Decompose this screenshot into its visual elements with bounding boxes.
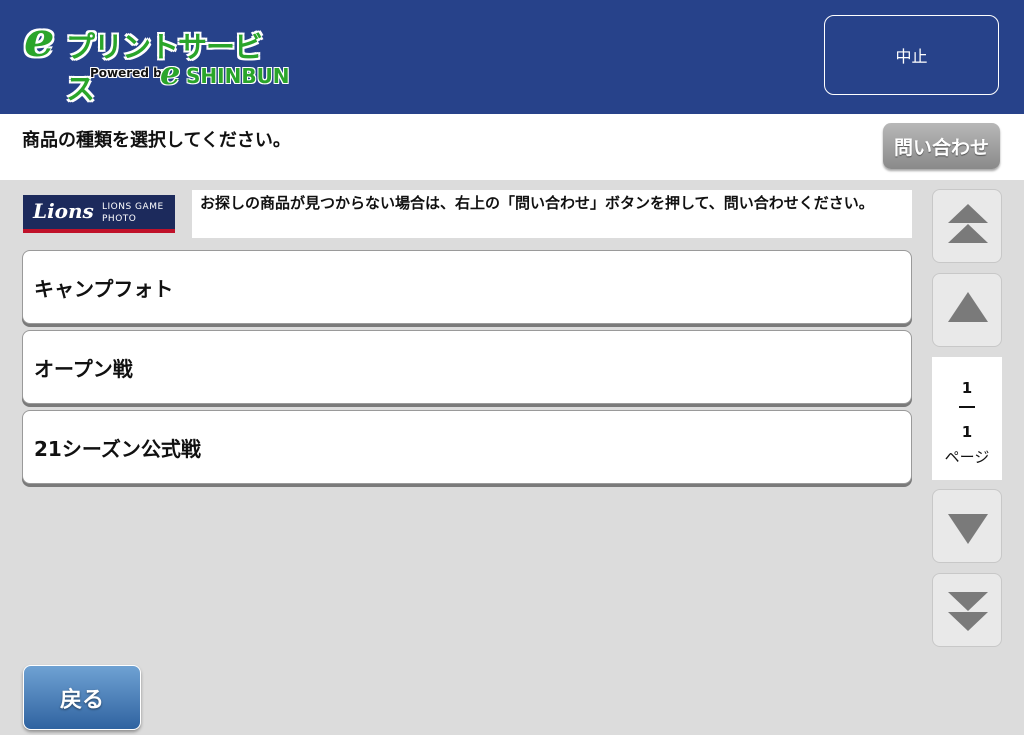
logo-powered-by: Powered by (90, 66, 170, 80)
product-item-camp-photo[interactable]: キャンプフォト (22, 250, 912, 324)
notice-text: お探しの商品が見つからない場合は、右上の「問い合わせ」ボタンを押して、問い合わせ… (192, 190, 912, 238)
current-page: 1 (961, 379, 973, 397)
first-page-icon (948, 204, 988, 243)
header: e プリントサービス Powered by e SHINBUN 中止 (0, 0, 1024, 114)
instruction-text: 商品の種類を選択してください。 (22, 130, 291, 151)
prev-page-button[interactable] (932, 273, 1002, 347)
next-page-icon (948, 514, 988, 544)
inquiry-button[interactable]: 問い合わせ (883, 123, 1000, 169)
page-divider (959, 406, 975, 408)
last-page-icon (948, 592, 988, 631)
lions-game-photo-banner: Lions LIONS GAME PHOTO (23, 195, 175, 233)
logo-e-small-letter: e (160, 54, 181, 92)
cancel-button[interactable]: 中止 (824, 15, 999, 95)
eprint-service-logo: e プリントサービス Powered by e SHINBUN (24, 12, 290, 106)
lions-logo: Lions (33, 199, 94, 223)
logo-e-letter: e (24, 12, 55, 68)
banner-subtitle-line1: LIONS GAME (102, 202, 164, 212)
last-page-button[interactable] (932, 573, 1002, 647)
banner-subtitle-line2: PHOTO (102, 214, 137, 224)
next-page-button[interactable] (932, 489, 1002, 563)
banner-subtitle: LIONS GAME PHOTO (102, 201, 164, 225)
instruction-bar: 商品の種類を選択してください。 (0, 114, 1024, 180)
product-item-open-games[interactable]: オープン戦 (22, 330, 912, 404)
logo-brand: SHINBUN (186, 64, 290, 88)
product-item-season-games[interactable]: 21シーズン公式戦 (22, 410, 912, 484)
page-indicator: 1 1 ページ (932, 357, 1002, 480)
first-page-button[interactable] (932, 189, 1002, 263)
page-unit-label: ページ (944, 448, 990, 466)
prev-page-icon (948, 292, 988, 322)
back-button[interactable]: 戻る (23, 665, 141, 730)
total-pages: 1 (961, 423, 973, 441)
